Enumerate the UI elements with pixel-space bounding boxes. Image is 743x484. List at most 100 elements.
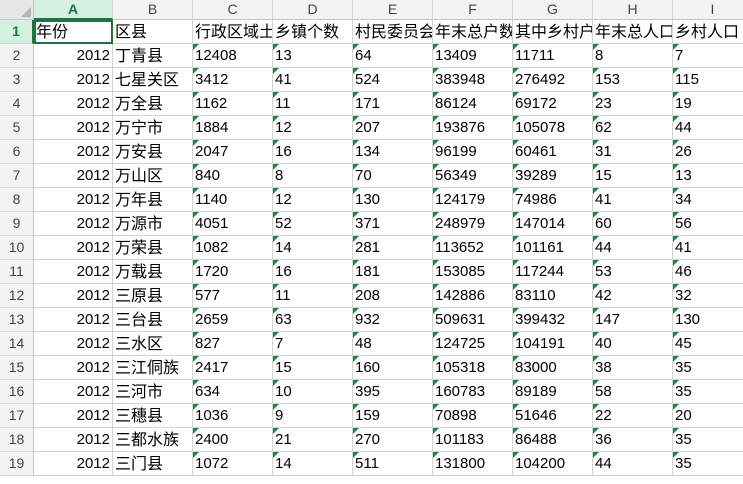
cell-a11[interactable]: 2012 [34,260,113,284]
cell-e15[interactable]: 160 [353,356,433,380]
cell-d12[interactable]: 11 [273,284,353,308]
cell-b16[interactable]: 三河市 [113,380,193,404]
cell-c3[interactable]: 3412 [193,68,273,92]
cell-h8[interactable]: 41 [593,188,673,212]
cell-a4[interactable]: 2012 [34,92,113,116]
cell-e2[interactable]: 64 [353,44,433,68]
cell-g8[interactable]: 74986 [513,188,593,212]
cell-d1[interactable]: 乡镇个数 [273,20,353,44]
cell-c6[interactable]: 2047 [193,140,273,164]
cell-a13[interactable]: 2012 [34,308,113,332]
cell-i17[interactable]: 20 [673,404,743,428]
cell-e13[interactable]: 932 [353,308,433,332]
cell-e3[interactable]: 524 [353,68,433,92]
cell-e9[interactable]: 371 [353,212,433,236]
cell-a8[interactable]: 2012 [34,188,113,212]
cell-d14[interactable]: 7 [273,332,353,356]
row-header-10[interactable]: 10 [0,236,34,260]
cell-d17[interactable]: 9 [273,404,353,428]
cell-d16[interactable]: 10 [273,380,353,404]
cell-i9[interactable]: 56 [673,212,743,236]
cell-g1[interactable]: 其中乡村户 [513,20,593,44]
row-header-5[interactable]: 5 [0,116,34,140]
cell-d13[interactable]: 63 [273,308,353,332]
cell-g12[interactable]: 83110 [513,284,593,308]
cell-e17[interactable]: 159 [353,404,433,428]
row-header-14[interactable]: 14 [0,332,34,356]
cell-e6[interactable]: 134 [353,140,433,164]
row-header-18[interactable]: 18 [0,428,34,452]
row-header-9[interactable]: 9 [0,212,34,236]
cell-b10[interactable]: 万荣县 [113,236,193,260]
cell-a3[interactable]: 2012 [34,68,113,92]
cell-i5[interactable]: 44 [673,116,743,140]
cell-b8[interactable]: 万年县 [113,188,193,212]
cell-d2[interactable]: 13 [273,44,353,68]
cell-a9[interactable]: 2012 [34,212,113,236]
cell-f19[interactable]: 131800 [433,452,513,476]
cell-b15[interactable]: 三江侗族 [113,356,193,380]
cell-f2[interactable]: 13409 [433,44,513,68]
cell-b18[interactable]: 三都水族 [113,428,193,452]
cell-i6[interactable]: 26 [673,140,743,164]
cell-b3[interactable]: 七星关区 [113,68,193,92]
cell-f1[interactable]: 年末总户数 [433,20,513,44]
row-header-17[interactable]: 17 [0,404,34,428]
cell-h18[interactable]: 36 [593,428,673,452]
cell-g19[interactable]: 104200 [513,452,593,476]
column-header-d[interactable]: D [273,0,353,20]
cell-h2[interactable]: 8 [593,44,673,68]
cell-c16[interactable]: 634 [193,380,273,404]
row-header-15[interactable]: 15 [0,356,34,380]
row-header-4[interactable]: 4 [0,92,34,116]
cell-g7[interactable]: 39289 [513,164,593,188]
cell-g3[interactable]: 276492 [513,68,593,92]
cell-b9[interactable]: 万源市 [113,212,193,236]
cell-c10[interactable]: 1082 [193,236,273,260]
cell-f13[interactable]: 509631 [433,308,513,332]
cell-b14[interactable]: 三水区 [113,332,193,356]
cell-c17[interactable]: 1036 [193,404,273,428]
cell-c9[interactable]: 4051 [193,212,273,236]
cell-a16[interactable]: 2012 [34,380,113,404]
cell-h1[interactable]: 年末总人口 [593,20,673,44]
cell-i2[interactable]: 7 [673,44,743,68]
cell-d11[interactable]: 16 [273,260,353,284]
cell-g2[interactable]: 11711 [513,44,593,68]
cell-c1[interactable]: 行政区域土 [193,20,273,44]
column-header-c[interactable]: C [193,0,273,20]
cell-d7[interactable]: 8 [273,164,353,188]
row-header-19[interactable]: 19 [0,452,34,476]
cell-b12[interactable]: 三原县 [113,284,193,308]
cell-i4[interactable]: 19 [673,92,743,116]
cell-i15[interactable]: 35 [673,356,743,380]
column-header-i[interactable]: I [673,0,743,20]
cell-i10[interactable]: 41 [673,236,743,260]
cell-d10[interactable]: 14 [273,236,353,260]
cell-i11[interactable]: 46 [673,260,743,284]
cell-d15[interactable]: 15 [273,356,353,380]
cell-b6[interactable]: 万安县 [113,140,193,164]
cell-e14[interactable]: 48 [353,332,433,356]
row-header-8[interactable]: 8 [0,188,34,212]
cell-f6[interactable]: 96199 [433,140,513,164]
cell-g4[interactable]: 69172 [513,92,593,116]
cell-f3[interactable]: 383948 [433,68,513,92]
select-all-corner[interactable] [0,0,34,20]
cell-i19[interactable]: 35 [673,452,743,476]
cell-a6[interactable]: 2012 [34,140,113,164]
cell-h4[interactable]: 23 [593,92,673,116]
cell-e19[interactable]: 511 [353,452,433,476]
cell-b7[interactable]: 万山区 [113,164,193,188]
cell-g14[interactable]: 104191 [513,332,593,356]
cell-h13[interactable]: 147 [593,308,673,332]
cell-g5[interactable]: 105078 [513,116,593,140]
row-header-11[interactable]: 11 [0,260,34,284]
cell-c4[interactable]: 1162 [193,92,273,116]
cell-d6[interactable]: 16 [273,140,353,164]
cell-c14[interactable]: 827 [193,332,273,356]
cell-c18[interactable]: 2400 [193,428,273,452]
cell-d4[interactable]: 11 [273,92,353,116]
cell-f11[interactable]: 153085 [433,260,513,284]
cell-a19[interactable]: 2012 [34,452,113,476]
